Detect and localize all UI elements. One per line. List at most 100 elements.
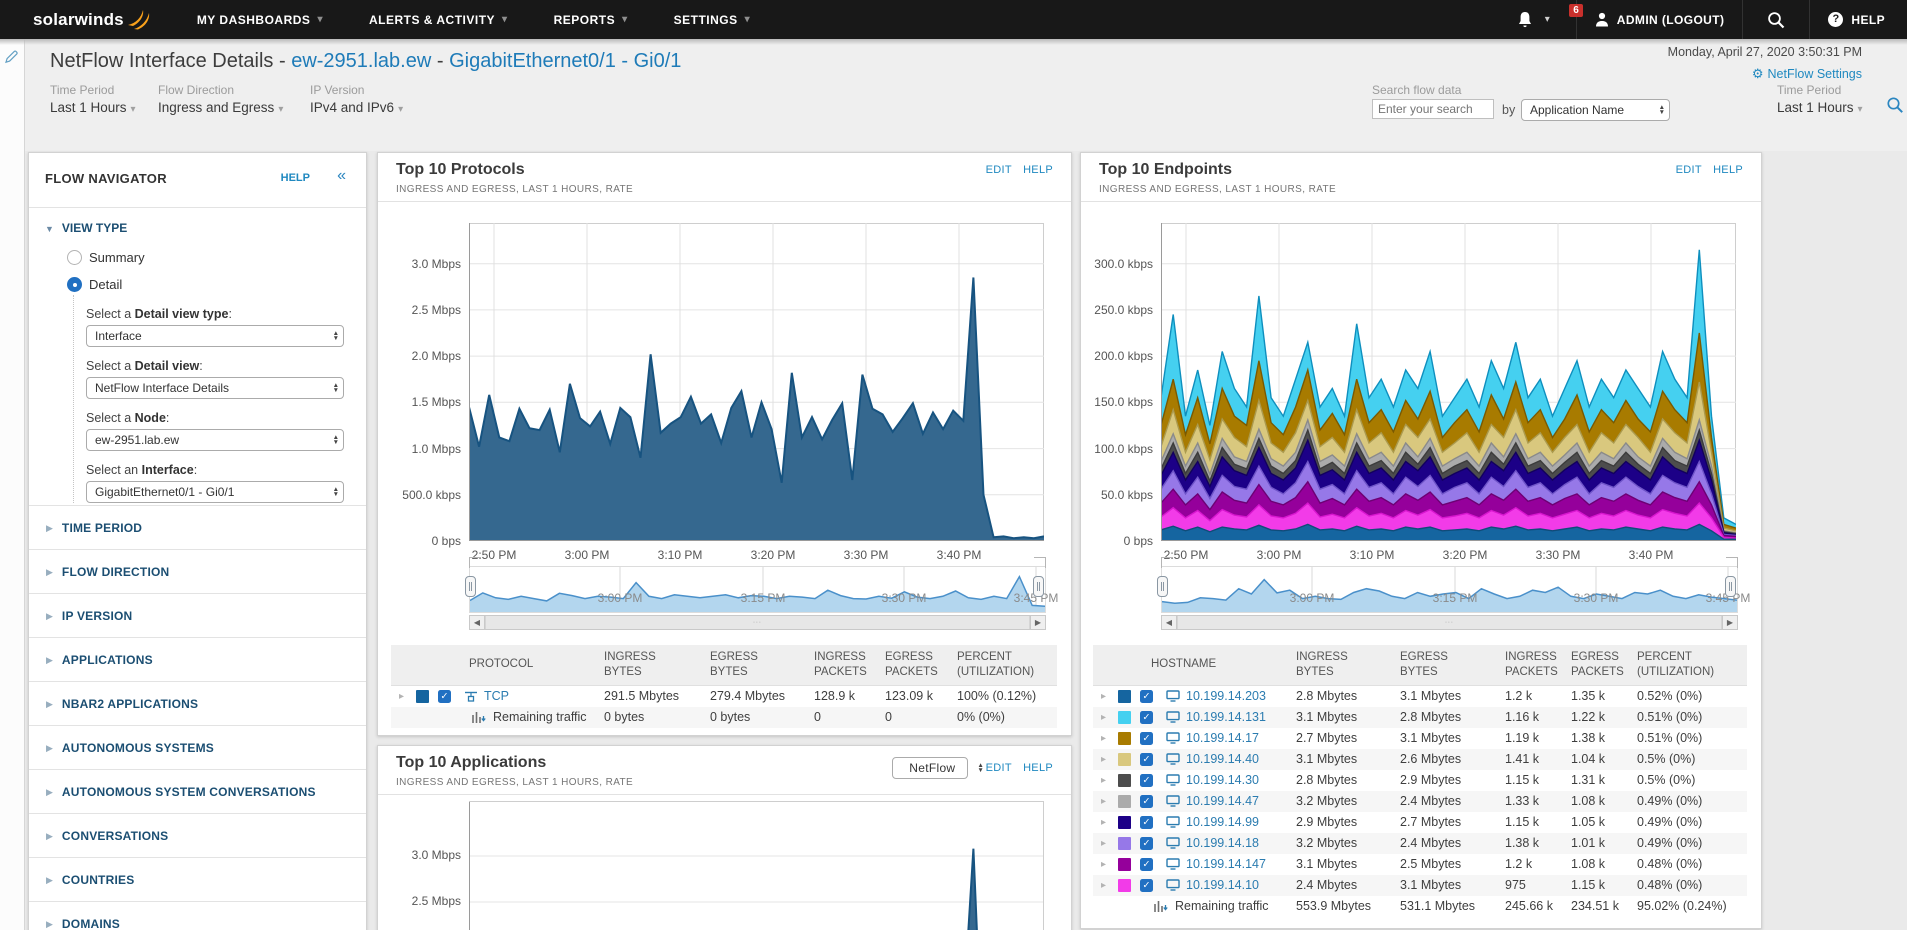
sidebar-section-time-period[interactable]: ▶ TIME PERIOD	[29, 505, 366, 550]
select-detail-view-type[interactable]: Interface ▲ ▼	[86, 325, 344, 347]
select-detail-view[interactable]: NetFlow Interface Details ▲ ▼	[86, 377, 344, 399]
expand-row-icon[interactable]: ▸	[1101, 796, 1111, 807]
filter-value[interactable]: Ingress and Egress ▾	[158, 100, 283, 115]
collapse-panel-icon[interactable]: «	[337, 167, 346, 185]
expand-row-icon[interactable]: ▸	[1101, 859, 1111, 870]
expand-row-icon[interactable]: ▸	[1101, 691, 1111, 702]
customize-page-rail[interactable]	[0, 39, 25, 930]
radio-summary[interactable]: Summary	[67, 250, 145, 265]
help-button[interactable]: ? HELP	[1809, 0, 1907, 39]
series-name-link[interactable]: 10.199.14.30	[1186, 773, 1259, 787]
series-name-link[interactable]: 10.199.14.131	[1186, 710, 1266, 724]
brush-handle-left[interactable]	[1157, 576, 1168, 597]
time-period-value[interactable]: Last 1 Hours ▾	[1777, 100, 1863, 115]
triangle-right-icon: ▶	[46, 610, 53, 621]
series-name-link[interactable]: TCP	[484, 689, 509, 703]
help-link[interactable]: HELP	[1023, 762, 1053, 774]
expand-row-icon[interactable]: ▸	[1101, 838, 1111, 849]
series-name-link[interactable]: 10.199.14.18	[1186, 836, 1259, 850]
edit-link[interactable]: EDIT	[1676, 164, 1702, 176]
series-checkbox[interactable]: ✓	[1140, 731, 1153, 745]
edit-link[interactable]: EDIT	[986, 762, 1012, 774]
brush-handle-right[interactable]	[1033, 576, 1044, 597]
flow-search-button[interactable]	[1886, 96, 1904, 119]
series-checkbox[interactable]: ✓	[438, 689, 451, 703]
cell: 0 bytes	[604, 710, 645, 725]
node-link[interactable]: ew-2951.lab.ew	[291, 50, 431, 72]
time-range-brush[interactable]: 3:00 PM 3:15 PM 3:30 PM 3:45 PM	[465, 557, 1058, 613]
series-checkbox[interactable]: ✓	[1140, 710, 1153, 724]
y-axis-label: 500.0 kbps	[402, 488, 461, 502]
sidebar-section-applications[interactable]: ▶ APPLICATIONS	[29, 637, 366, 682]
series-name-link[interactable]: 10.199.14.99	[1186, 815, 1259, 829]
expand-row-icon[interactable]: ▸	[1101, 775, 1111, 786]
time-range-brush[interactable]: 3:00 PM 3:15 PM 3:30 PM 3:45 PM	[1157, 557, 1750, 613]
sidebar-section-autonomous-system-conversations[interactable]: ▶ AUTONOMOUS SYSTEM CONVERSATIONS	[29, 769, 366, 814]
scroll-right-button[interactable]: ▶	[1030, 616, 1045, 629]
series-checkbox[interactable]: ✓	[1140, 773, 1153, 787]
menu-reports[interactable]: REPORTS ▾	[554, 13, 628, 27]
scroll-right-button[interactable]: ▶	[1722, 616, 1737, 629]
scroll-left-button[interactable]: ◀	[470, 616, 485, 629]
series-name-link[interactable]: 10.199.14.47	[1186, 794, 1259, 808]
search-flow-input[interactable]	[1372, 99, 1494, 119]
expand-row-icon[interactable]: ▸	[1101, 880, 1111, 891]
series-checkbox[interactable]: ✓	[1140, 689, 1153, 703]
menu-alerts-activity[interactable]: ALERTS & ACTIVITY ▾	[369, 13, 508, 27]
series-name-link[interactable]: 10.199.14.147	[1186, 857, 1266, 871]
sidebar-section-countries[interactable]: ▶ COUNTRIES	[29, 857, 366, 902]
series-name-link[interactable]: 10.199.14.40	[1186, 752, 1259, 766]
interface-link[interactable]: GigabitEthernet0/1 - Gi0/1	[449, 50, 681, 72]
radio-detail[interactable]: Detail	[67, 277, 122, 292]
solarwinds-logo[interactable]: solarwinds	[33, 9, 151, 31]
help-link[interactable]: HELP	[1023, 164, 1053, 176]
help-link[interactable]: HELP	[1713, 164, 1743, 176]
flow-navigator-help-link[interactable]: HELP	[281, 172, 310, 184]
scrollbar-thumb[interactable]: ∙∙∙	[485, 616, 1030, 629]
x-axis-label: 3:20 PM	[1442, 548, 1488, 562]
filter-value[interactable]: Last 1 Hours ▾	[50, 100, 136, 115]
edit-link[interactable]: EDIT	[986, 164, 1012, 176]
expand-row-icon[interactable]: ▸	[1101, 712, 1111, 723]
cell: 2.4 Mbytes	[1400, 794, 1462, 809]
filter-value[interactable]: IPv4 and IPv6 ▾	[310, 100, 403, 115]
view-type-section-header[interactable]: ▼ VIEW TYPE	[45, 221, 127, 235]
sidebar-section-nbar2-applications[interactable]: ▶ NBAR2 APPLICATIONS	[29, 681, 366, 726]
sidebar-section-domains[interactable]: ▶ DOMAINS	[29, 901, 366, 930]
expand-row-icon[interactable]: ▸	[1101, 754, 1111, 765]
select-interface[interactable]: GigabitEthernet0/1 - Gi0/1 ▲ ▼	[86, 481, 344, 503]
expand-row-icon[interactable]: ▸	[1101, 733, 1111, 744]
scrollbar-thumb[interactable]: ∙∙∙	[1177, 616, 1722, 629]
select-node[interactable]: ew-2951.lab.ew ▲ ▼	[86, 429, 344, 451]
chart-scrollbar[interactable]: ◀ ∙∙∙ ▶	[469, 615, 1046, 630]
menu-settings[interactable]: SETTINGS ▾	[674, 13, 751, 27]
series-checkbox[interactable]: ✓	[1140, 878, 1153, 892]
sidebar-section-autonomous-systems[interactable]: ▶ AUTONOMOUS SYSTEMS	[29, 725, 366, 770]
global-search-button[interactable]	[1742, 0, 1809, 39]
series-name-link[interactable]: 10.199.14.17	[1186, 731, 1259, 745]
sidebar-section-ip-version[interactable]: ▶ IP VERSION	[29, 593, 366, 638]
series-name-link[interactable]: 10.199.14.10	[1186, 878, 1259, 892]
series-checkbox[interactable]: ✓	[1140, 836, 1153, 850]
scroll-left-button[interactable]: ◀	[1162, 616, 1177, 629]
chart-scrollbar[interactable]: ◀ ∙∙∙ ▶	[1161, 615, 1738, 630]
user-menu[interactable]: ADMIN (LOGOUT)	[1575, 0, 1743, 39]
y-axis-label: 100.0 kbps	[1094, 442, 1153, 456]
series-checkbox[interactable]: ✓	[1140, 857, 1153, 871]
expand-row-icon[interactable]: ▸	[399, 691, 409, 702]
series-checkbox[interactable]: ✓	[1140, 752, 1153, 766]
solarwinds-flame-icon	[127, 9, 149, 29]
sidebar-section-flow-direction[interactable]: ▶ FLOW DIRECTION	[29, 549, 366, 594]
expand-row-icon[interactable]: ▸	[1101, 817, 1111, 828]
netflow-settings-link[interactable]: ⚙ NetFlow Settings	[1752, 66, 1862, 82]
brush-handle-left[interactable]	[465, 576, 476, 597]
source-select[interactable]: NetFlow ▲ ▼	[892, 757, 984, 779]
series-checkbox[interactable]: ✓	[1140, 794, 1153, 808]
series-name-link[interactable]: 10.199.14.203	[1186, 689, 1266, 703]
sidebar-section-conversations[interactable]: ▶ CONVERSATIONS	[29, 813, 366, 858]
series-checkbox[interactable]: ✓	[1140, 815, 1153, 829]
search-by-select[interactable]: Application Name ▲ ▼	[1521, 99, 1670, 121]
notifications-button[interactable]: 6 ▾	[1499, 0, 1583, 39]
menu-my-dashboards[interactable]: MY DASHBOARDS ▾	[197, 13, 323, 27]
brush-handle-right[interactable]	[1725, 576, 1736, 597]
